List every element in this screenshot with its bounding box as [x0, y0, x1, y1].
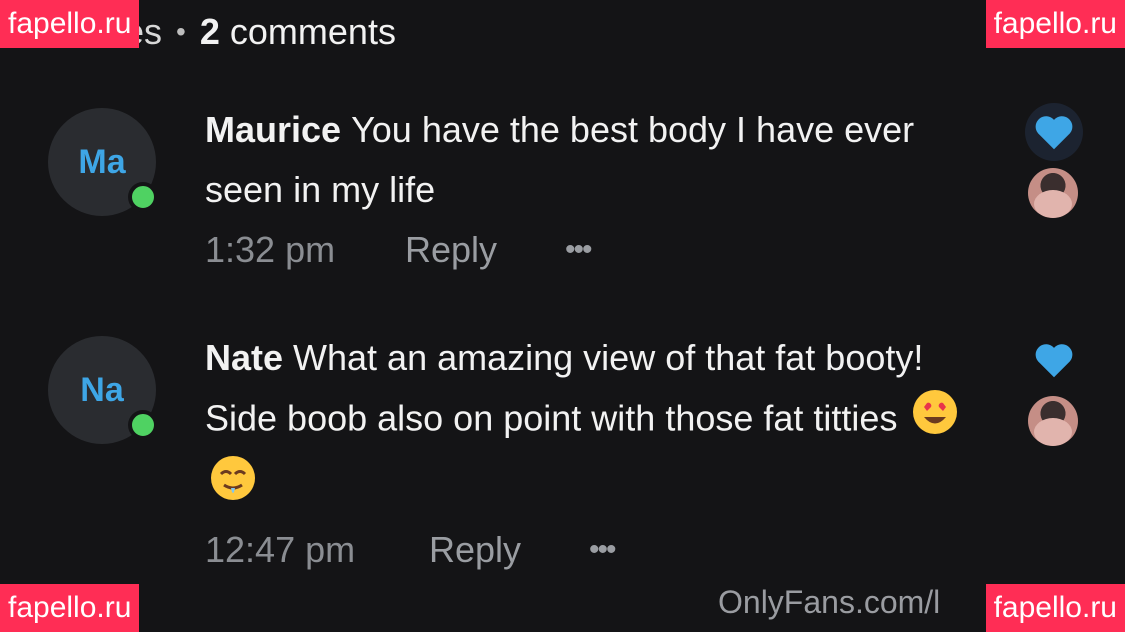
- watermark-bottom-right: fapello.ru: [985, 584, 1125, 632]
- heart-icon: [1035, 116, 1073, 150]
- watermark-top-right: fapello.ru: [985, 0, 1125, 48]
- comment-text: Nate What an amazing view of that fat boo…: [205, 328, 995, 520]
- heart-icon: [1035, 344, 1073, 378]
- avatar-initials: Na: [80, 370, 124, 409]
- watermark-bottom-left: fapello.ru: [0, 584, 140, 632]
- liked-by-avatar: [1028, 396, 1078, 446]
- heart-eyes-emoji-icon: [911, 388, 959, 454]
- comment-author[interactable]: Nate: [205, 337, 283, 378]
- online-status-dot: [128, 182, 158, 212]
- comments-number: 2: [199, 11, 220, 52]
- comment-time: 12:47 pm: [205, 529, 356, 570]
- comment-body: Nate What an amazing view of that fat boo…: [205, 328, 995, 580]
- online-status-dot: [128, 410, 158, 440]
- comment-meta: 12:47 pm Reply •••: [205, 520, 995, 580]
- liked-by-avatar: [1028, 168, 1078, 218]
- drooling-face-emoji-icon: [209, 454, 257, 520]
- footer-brand: OnlyFans.com/l: [718, 584, 941, 620]
- reply-button[interactable]: Reply: [429, 529, 589, 571]
- more-options-button[interactable]: •••: [589, 533, 616, 567]
- more-options-button[interactable]: •••: [565, 233, 592, 267]
- avatar[interactable]: Na: [48, 336, 158, 444]
- comment-author[interactable]: Maurice: [205, 109, 341, 150]
- avatar[interactable]: Ma: [48, 108, 158, 216]
- avatar-initials: Ma: [78, 142, 126, 181]
- comment-meta: 1:32 pm Reply •••: [205, 220, 995, 280]
- comments-label: comments: [229, 11, 396, 52]
- comment-body: Maurice You have the best body I have eve…: [205, 100, 995, 280]
- like-button[interactable]: [1025, 331, 1083, 389]
- watermark-top-left: fapello.ru: [0, 0, 140, 48]
- comment-message: What an amazing view of that fat booty! …: [205, 337, 924, 439]
- reply-button[interactable]: Reply: [405, 229, 565, 271]
- like-button[interactable]: [1025, 103, 1083, 161]
- comment-time: 1:32 pm: [205, 229, 336, 270]
- separator-dot: •: [176, 16, 186, 47]
- comments-count: 2 comments: [200, 11, 396, 53]
- comment-text: Maurice You have the best body I have eve…: [205, 100, 995, 220]
